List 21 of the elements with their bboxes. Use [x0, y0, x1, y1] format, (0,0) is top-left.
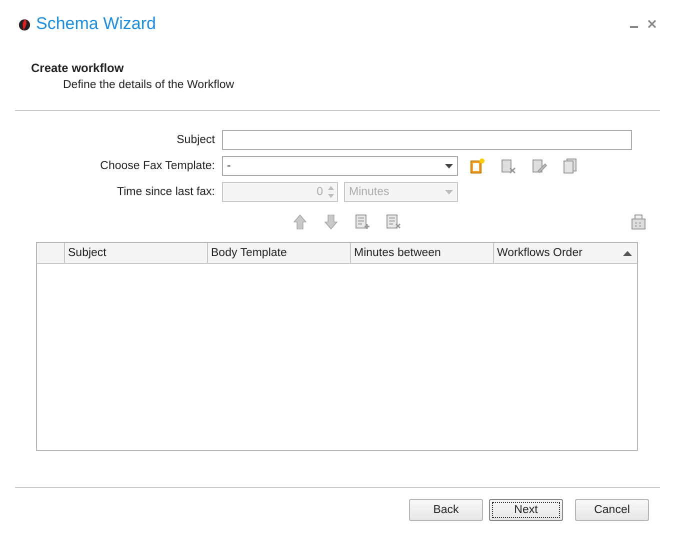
subject-field[interactable] — [222, 130, 632, 150]
caret-icon — [445, 190, 453, 194]
template-dropdown[interactable]: - — [222, 156, 458, 176]
field-label: Choose Fax Template: — [99, 160, 216, 172]
flame-logo-icon — [18, 18, 31, 30]
column-header[interactable]: Workflows Order — [493, 243, 637, 263]
close-icon[interactable] — [647, 19, 657, 29]
caret-icon — [445, 164, 453, 168]
column-header[interactable]: Subject — [64, 243, 207, 263]
page-subtitle: Define the details of the Workflow — [63, 79, 236, 91]
new-document-icon[interactable] — [469, 158, 485, 174]
column-header[interactable]: Minutes between — [350, 243, 493, 263]
next-button[interactable]: Next — [489, 499, 563, 521]
window-title: Schema Wizard — [36, 14, 156, 34]
back-button[interactable]: Back — [409, 499, 483, 521]
page-title: Create workflow — [31, 61, 125, 75]
fax-icon[interactable] — [630, 214, 646, 230]
field-label: Time since last fax: — [116, 186, 216, 198]
column-header[interactable]: Body Template — [207, 243, 350, 263]
cancel-button[interactable]: Cancel — [575, 499, 649, 521]
field-label: Subject — [176, 134, 216, 146]
